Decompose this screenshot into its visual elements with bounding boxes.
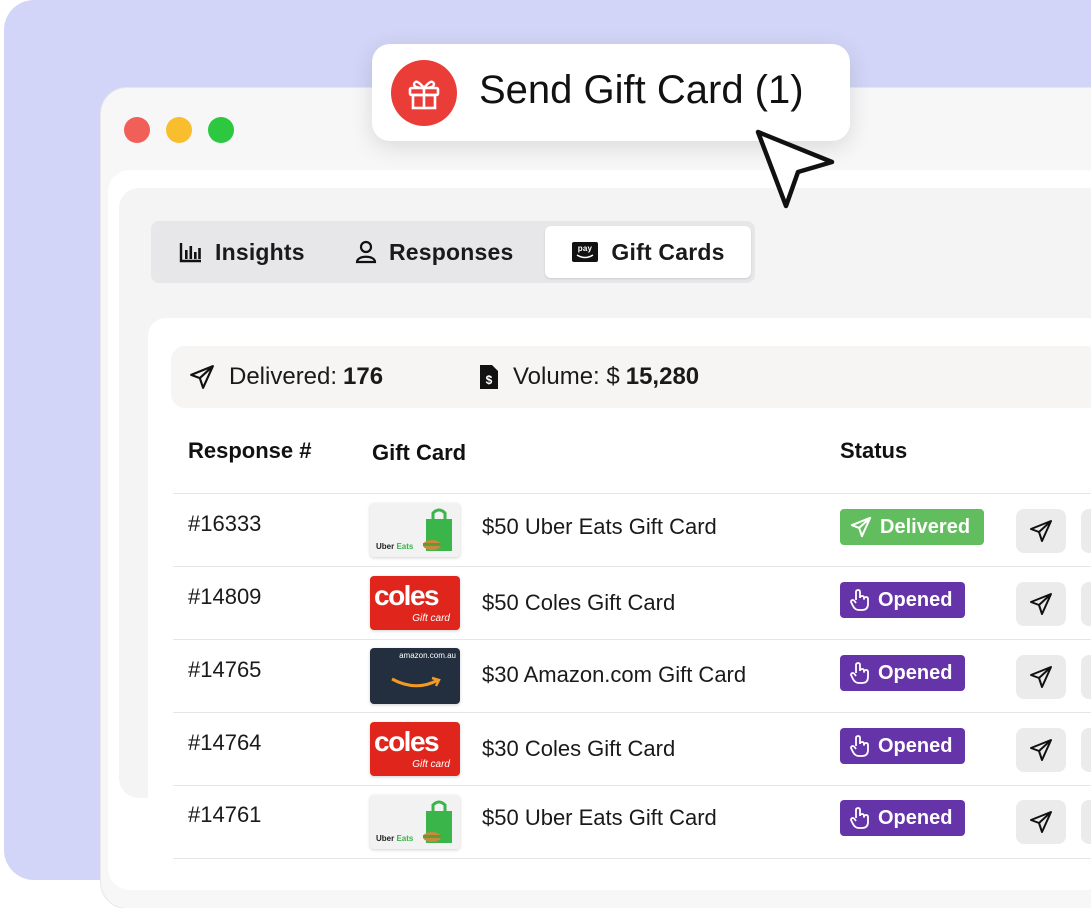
send-icon bbox=[190, 365, 214, 389]
bar-chart-icon bbox=[179, 243, 201, 263]
send-icon bbox=[1030, 811, 1052, 833]
more-actions-button[interactable] bbox=[1081, 800, 1091, 844]
gift-card-name: $50 Uber Eats Gift Card bbox=[482, 514, 717, 539]
send-icon bbox=[850, 516, 872, 538]
uber-eats-card-thumbnail: Uber Eats bbox=[370, 795, 460, 849]
amazon-domain-text: amazon.com.au bbox=[399, 651, 456, 660]
user-icon bbox=[355, 240, 377, 264]
coles-card-thumbnail: coles Gift card bbox=[370, 722, 460, 776]
svg-text:pay: pay bbox=[578, 244, 593, 253]
tab-gift-cards-label: Gift Cards bbox=[611, 238, 725, 265]
tab-insights-label: Insights bbox=[215, 238, 305, 265]
more-actions-button[interactable] bbox=[1081, 655, 1091, 699]
coles-logo-sub: Gift card bbox=[412, 613, 450, 624]
coles-card-thumbnail: coles Gift card bbox=[370, 576, 460, 630]
resend-button[interactable] bbox=[1016, 728, 1066, 772]
pointer-hand-icon bbox=[850, 807, 869, 829]
status-badge-opened: Opened bbox=[840, 655, 965, 691]
send-gift-card-button[interactable]: Send Gift Card (1) bbox=[372, 44, 850, 141]
response-id[interactable]: #14761 bbox=[188, 802, 261, 828]
row-divider bbox=[173, 858, 1091, 859]
gift-card-name: $50 Uber Eats Gift Card bbox=[482, 805, 717, 830]
status-badge-delivered: Delivered bbox=[840, 509, 984, 545]
pointer-hand-icon bbox=[850, 589, 869, 611]
maximize-window-button[interactable] bbox=[208, 117, 234, 143]
amazon-smile-icon bbox=[391, 676, 441, 688]
more-actions-button[interactable] bbox=[1081, 509, 1091, 553]
gift-card-name: $30 Coles Gift Card bbox=[482, 736, 676, 761]
volume-value: 15,280 bbox=[625, 363, 700, 390]
column-header-response: Response # bbox=[188, 438, 312, 463]
tab-gift-cards[interactable]: pay Gift Cards bbox=[545, 226, 751, 278]
status-label: Opened bbox=[878, 661, 953, 684]
status-badge-opened: Opened bbox=[840, 728, 965, 764]
status-label: Opened bbox=[878, 588, 953, 611]
row-divider bbox=[173, 639, 1091, 640]
send-icon bbox=[1030, 520, 1052, 542]
resend-button[interactable] bbox=[1016, 509, 1066, 553]
uber-eats-logo: Uber Eats bbox=[376, 834, 414, 843]
amazon-pay-icon: pay bbox=[572, 242, 599, 262]
volume-stat: $ Volume: $ 15,280 bbox=[479, 346, 699, 408]
tab-responses[interactable]: Responses bbox=[355, 226, 514, 278]
row-divider bbox=[173, 566, 1091, 567]
gift-card-name: $50 Coles Gift Card bbox=[482, 590, 676, 615]
status-badge-opened: Opened bbox=[840, 800, 965, 836]
bag-icon bbox=[423, 508, 452, 551]
status-label: Delivered bbox=[880, 515, 971, 538]
column-header-status: Status bbox=[840, 438, 908, 463]
invoice-dollar-icon: $ bbox=[480, 365, 498, 389]
uber-eats-card-thumbnail: Uber Eats bbox=[370, 503, 460, 557]
amazon-card-thumbnail: amazon.com.au bbox=[370, 648, 460, 704]
response-id[interactable]: #14764 bbox=[188, 730, 261, 756]
pointer-hand-icon bbox=[850, 735, 869, 757]
tab-bar: Insights Responses pay Gift Cards bbox=[151, 221, 755, 283]
uber-eats-logo: Uber Eats bbox=[376, 542, 414, 551]
gift-card-name: $30 Amazon.com Gift Card bbox=[482, 662, 747, 687]
gift-icon bbox=[391, 60, 457, 126]
coles-logo-sub: Gift card bbox=[412, 759, 450, 770]
status-label: Opened bbox=[878, 806, 953, 829]
column-header-gift-card: Gift Card bbox=[372, 440, 467, 465]
send-gift-card-label: Send Gift Card (1) bbox=[479, 68, 804, 112]
svg-text:$: $ bbox=[486, 373, 493, 387]
coles-logo: coles bbox=[374, 580, 440, 611]
minimize-window-button[interactable] bbox=[166, 117, 192, 143]
more-actions-button[interactable] bbox=[1081, 582, 1091, 626]
send-icon bbox=[1030, 593, 1052, 615]
pointer-hand-icon bbox=[850, 662, 869, 684]
row-divider bbox=[173, 785, 1091, 786]
status-label: Opened bbox=[878, 734, 953, 757]
close-window-button[interactable] bbox=[124, 117, 150, 143]
delivered-value: 176 bbox=[343, 363, 384, 390]
response-id[interactable]: #16333 bbox=[188, 511, 261, 537]
coles-logo: coles bbox=[374, 726, 440, 757]
bag-icon bbox=[423, 800, 452, 843]
response-id[interactable]: #14809 bbox=[188, 584, 261, 610]
volume-label: Volume: $ bbox=[513, 363, 620, 390]
send-icon bbox=[1030, 739, 1052, 761]
tab-responses-label: Responses bbox=[389, 238, 514, 265]
row-divider bbox=[173, 712, 1091, 713]
row-divider bbox=[173, 493, 1091, 494]
mouse-cursor-icon bbox=[755, 129, 835, 209]
send-icon bbox=[1030, 666, 1052, 688]
more-actions-button[interactable] bbox=[1081, 728, 1091, 772]
status-badge-opened: Opened bbox=[840, 582, 965, 618]
response-id[interactable]: #14765 bbox=[188, 657, 261, 683]
delivered-stat: Delivered: 176 bbox=[189, 346, 383, 408]
resend-button[interactable] bbox=[1016, 582, 1066, 626]
stats-bar: Delivered: 176 $ Volume: $ 15,280 bbox=[171, 346, 1091, 408]
tab-insights[interactable]: Insights bbox=[179, 226, 305, 278]
resend-button[interactable] bbox=[1016, 800, 1066, 844]
resend-button[interactable] bbox=[1016, 655, 1066, 699]
delivered-label: Delivered: bbox=[229, 363, 338, 390]
